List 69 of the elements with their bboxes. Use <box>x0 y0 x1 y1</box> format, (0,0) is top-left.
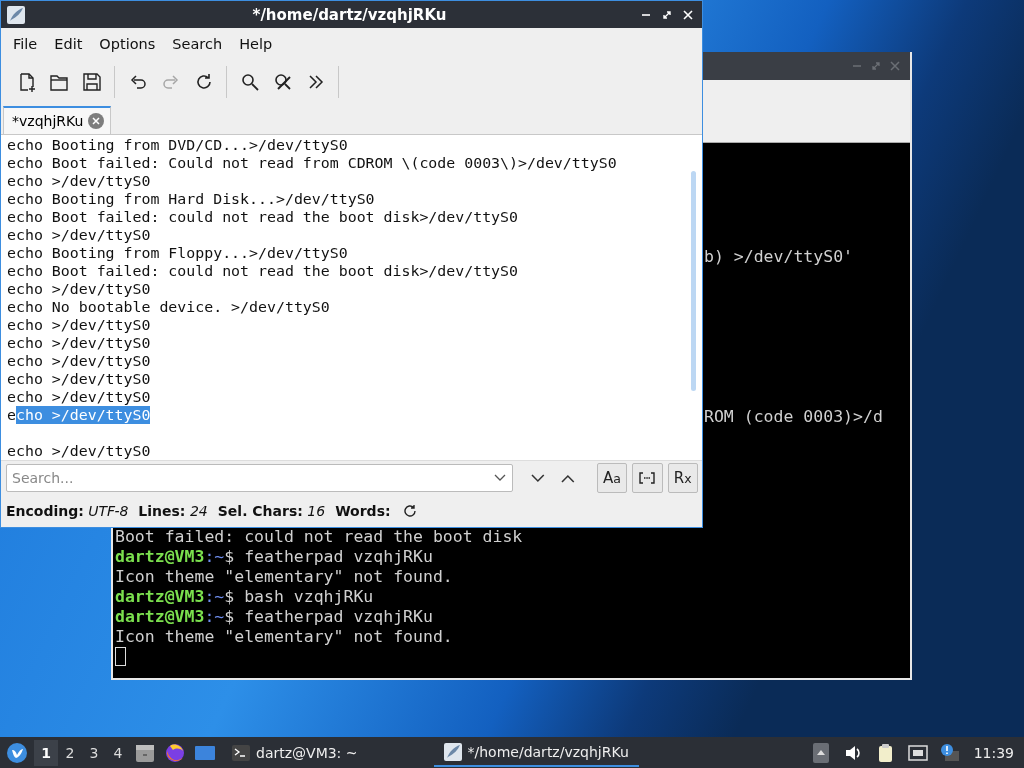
chevron-down-icon[interactable] <box>531 473 545 483</box>
terminal-text: b) >/dev/ttyS0' <box>704 247 854 267</box>
refresh-icon[interactable] <box>402 504 417 519</box>
code-line: echo No bootable device. >/dev/ttyS0 <box>7 297 331 316</box>
prompt-user: dartz@VM3 <box>115 607 205 626</box>
feather-icon <box>6 4 26 25</box>
network-icon[interactable] <box>907 742 928 763</box>
whole-word-button[interactable] <box>632 463 663 494</box>
prompt-user: dartz@VM3 <box>115 547 205 566</box>
caret-icon[interactable] <box>494 474 507 483</box>
search-icon[interactable] <box>239 71 260 92</box>
menu-item[interactable]: Search <box>165 31 230 56</box>
menu-item[interactable]: Help <box>232 31 280 56</box>
terminal-text: Icon theme "elementary" not found. <box>115 567 454 587</box>
code-line: echo >/dev/ttyS0 <box>7 369 152 388</box>
taskbar-task[interactable]: */home/dartz/vzqhjRKu <box>433 738 639 767</box>
feather-icon <box>443 742 462 761</box>
code-line: echo Boot failed: Could not read from CDROM \(code 0003\)>/dev/ttyS0 <box>7 153 618 172</box>
status-text: Encoding: UTF-8 <box>6 503 129 520</box>
save-icon[interactable] <box>81 71 102 92</box>
code-line: echo >/dev/ttyS0 <box>7 405 152 424</box>
browser-icon[interactable] <box>164 741 186 764</box>
notification-icon[interactable] <box>939 742 960 763</box>
code-line: echo >/dev/ttyS0 <box>7 441 152 460</box>
terminal-text: ROM (code 0003)>/d <box>704 407 884 427</box>
code-line: echo Booting from Floppy...>/dev/ttyS0 <box>7 243 349 262</box>
code-line: echo >/dev/ttyS0 <box>7 387 152 406</box>
text-cursor <box>115 646 126 666</box>
search-field[interactable]: Search... <box>6 464 514 493</box>
command-text: $ featherpad vzqhjRKu <box>224 547 433 566</box>
workspace-button[interactable]: 2 <box>58 739 82 766</box>
prompt-path: :~ <box>204 587 225 606</box>
clock[interactable]: 11:39 <box>973 744 1014 761</box>
text-editor[interactable] <box>1 134 702 461</box>
workspace-button[interactable]: 3 <box>82 739 106 766</box>
status-text: Words: <box>335 503 391 520</box>
bracket-dots-icon <box>639 472 656 485</box>
prompt-user: dartz@VM3 <box>115 587 205 606</box>
workspace-button[interactable]: 1 <box>34 739 58 766</box>
code-line: echo >/dev/ttyS0 <box>7 225 152 244</box>
code-line: echo >/dev/ttyS0 <box>7 315 152 334</box>
prompt-path: :~ <box>204 607 225 626</box>
search-pencil-icon[interactable] <box>272 71 293 92</box>
menu-item[interactable]: Options <box>92 31 163 56</box>
code-line: echo >/dev/ttyS0 <box>7 333 152 352</box>
command-text: $ bash vzqhjRKu <box>224 587 374 606</box>
code-line: echo >/dev/ttyS0 <box>7 279 152 298</box>
terminal-text: Boot failed: could not read the boot disk <box>115 527 523 547</box>
scrollbar-thumb[interactable] <box>691 170 696 391</box>
menu-item[interactable]: File <box>6 31 45 56</box>
terminal-text: Icon theme "elementary" not found. <box>115 627 454 647</box>
window-title: */home/dartz/vzqhjRKu <box>251 5 448 24</box>
code-line: echo Boot failed: could not read the boot disk>/dev/ttyS0 <box>7 261 519 280</box>
taskbar-task[interactable]: dartz@VM3: ~ <box>226 738 364 767</box>
command-text: $ featherpad vzqhjRKu <box>224 607 433 626</box>
start-menu-icon[interactable] <box>6 741 28 764</box>
code-line: echo Booting from Hard Disk...>/dev/ttyS0 <box>7 189 376 208</box>
workspace-button[interactable]: 4 <box>106 739 130 766</box>
terminal-icon <box>232 744 250 761</box>
menu-item[interactable]: Edit <box>47 31 90 56</box>
code-line: echo >/dev/ttyS0 <box>7 171 152 190</box>
file-tab[interactable]: *vzqhjRKu <box>3 105 112 134</box>
chevron-up-icon[interactable] <box>560 473 575 483</box>
code-line: echo Boot failed: could not read the boot disk>/dev/ttyS0 <box>7 207 519 226</box>
code-line: echo >/dev/ttyS0 <box>7 351 152 370</box>
status-text: Lines: 24 <box>138 503 208 520</box>
prompt-path: :~ <box>204 547 225 566</box>
status-text: Sel. Chars: 16 <box>217 503 326 520</box>
code-line: echo Booting from DVD/CD...>/dev/ttyS0 <box>7 135 349 154</box>
